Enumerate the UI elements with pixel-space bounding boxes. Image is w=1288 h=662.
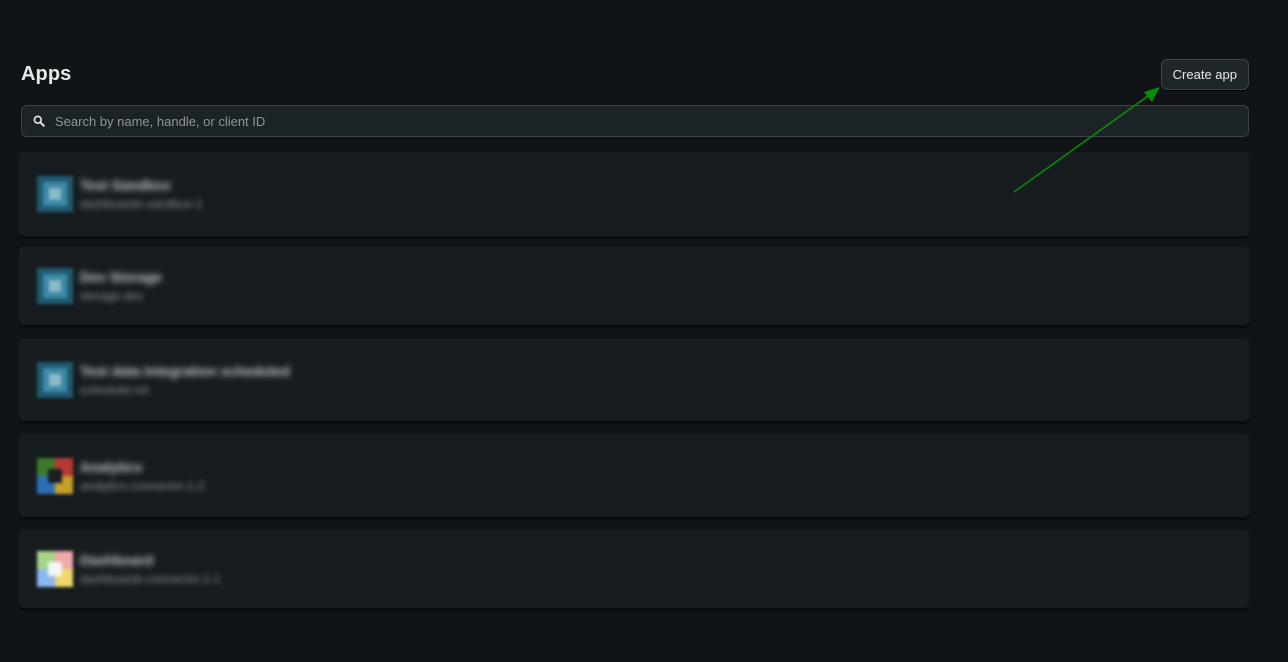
app-icon xyxy=(37,176,73,212)
app-list: Test Sandbox dashboards-sandbox-1 Dev St… xyxy=(19,152,1249,608)
app-icon xyxy=(37,551,73,587)
search-icon xyxy=(32,114,46,128)
app-handle: analytics-connector-1-2 xyxy=(80,478,205,493)
app-handle: storage-dev xyxy=(80,289,144,303)
app-card[interactable]: Test data Integration scheduled schedule… xyxy=(19,339,1249,421)
app-handle: scheduler-int xyxy=(80,383,149,397)
app-icon xyxy=(37,268,73,304)
app-card[interactable]: Dev Storage storage-dev xyxy=(19,247,1249,325)
apps-page: Apps Create app Test Sandbox dashboards-… xyxy=(0,0,1288,662)
search-bar[interactable] xyxy=(21,105,1249,137)
app-name: Dev Storage xyxy=(80,269,162,285)
app-handle: dashboards-connector-1-1 xyxy=(80,572,221,586)
app-icon xyxy=(37,362,73,398)
page-title: Apps xyxy=(21,62,72,85)
create-app-button[interactable]: Create app xyxy=(1160,58,1249,90)
app-card[interactable]: Analytics analytics-connector-1-2 xyxy=(19,434,1249,517)
app-name: Test Sandbox xyxy=(80,177,171,193)
app-icon xyxy=(37,457,73,494)
app-card[interactable]: Dashboard dashboards-connector-1-1 xyxy=(19,530,1249,608)
app-name: Dashboard xyxy=(80,552,154,568)
app-handle: dashboards-sandbox-1 xyxy=(80,197,203,211)
page-header: Apps Create app xyxy=(21,58,1249,90)
app-name: Test data Integration scheduled xyxy=(80,363,290,379)
search-input[interactable] xyxy=(55,113,1248,129)
app-card[interactable]: Test Sandbox dashboards-sandbox-1 xyxy=(19,152,1249,236)
app-name: Analytics xyxy=(80,458,143,475)
